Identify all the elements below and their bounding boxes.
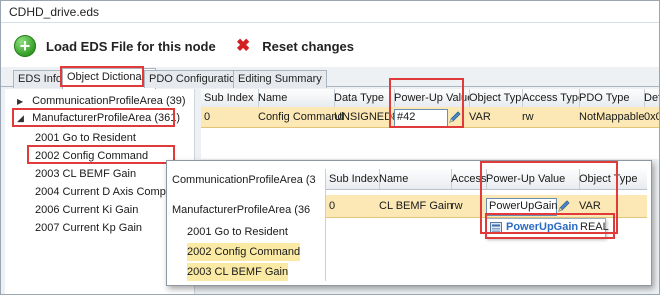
add-icon: + (14, 35, 36, 57)
column-header[interactable]: Name (376, 169, 452, 189)
column-header[interactable]: Def (641, 89, 659, 107)
reset-changes-button[interactable]: ✖ Reset changes (236, 34, 354, 58)
load-eds-label: Load EDS File for this node (46, 38, 216, 54)
cell-sub-index: 0 (204, 111, 211, 123)
tree-item-2007[interactable]: 2007 Current Kp Gain (35, 219, 142, 237)
highlight-box (27, 145, 175, 164)
window-title: CDHD_drive.eds (9, 5, 100, 19)
cell-default: 0x0 (644, 111, 659, 123)
inset-tree-item-2002[interactable]: 2002 Config Command (187, 243, 301, 261)
title-bar: CDHD_drive.eds (1, 1, 659, 23)
cell-object-type: VAR (469, 111, 491, 123)
highlight-box (485, 213, 615, 239)
cell-sub-index: 0 (329, 200, 336, 212)
highlight-box (389, 78, 464, 128)
close-icon: ✖ (236, 36, 251, 55)
column-header[interactable]: Access Type (519, 89, 580, 107)
column-header[interactable]: Sub Index (326, 169, 380, 189)
column-header[interactable]: Name (255, 89, 335, 107)
tree-item-label: CommunicationProfileArea (39) (32, 95, 186, 107)
inset-tree-item-2001[interactable]: 2001 Go to Resident (187, 223, 288, 241)
tab-pdo-configuration[interactable]: PDO Configuration (144, 70, 247, 88)
highlight-box (60, 66, 144, 87)
load-eds-button[interactable]: + Load EDS File for this node (14, 34, 216, 58)
cell-access-type: rw (522, 111, 534, 123)
tree-item-2003[interactable]: 2003 CL BEMF Gain (35, 165, 136, 183)
cell-pdo-type: NotMappable (579, 111, 645, 123)
inset-tree-item-manufacturer[interactable]: ManufacturerProfileArea (36 (172, 201, 310, 219)
reset-changes-label: Reset changes (262, 38, 355, 54)
inset-tree-item-communication[interactable]: CommunicationProfileArea (3 (172, 171, 316, 189)
column-header[interactable]: Object Type (466, 89, 523, 107)
cell-name: CL BEMF Gain (379, 200, 453, 212)
cell-access: rw (451, 200, 463, 212)
column-header[interactable]: Data Type (331, 89, 395, 107)
column-header[interactable]: Sub Index (201, 89, 259, 107)
highlight-box (12, 108, 175, 127)
column-header[interactable]: PDO Type (576, 89, 645, 107)
inset-tree-item-2003[interactable]: 2003 CL BEMF Gain (187, 263, 289, 281)
tab-editing-summary[interactable]: Editing Summary (233, 70, 327, 88)
tab-eds-info[interactable]: EDS Info (13, 70, 68, 88)
toolbar: + Load EDS File for this node ✖ Reset ch… (1, 23, 659, 67)
tree-item-2006[interactable]: 2006 Current Ki Gain (35, 201, 138, 219)
